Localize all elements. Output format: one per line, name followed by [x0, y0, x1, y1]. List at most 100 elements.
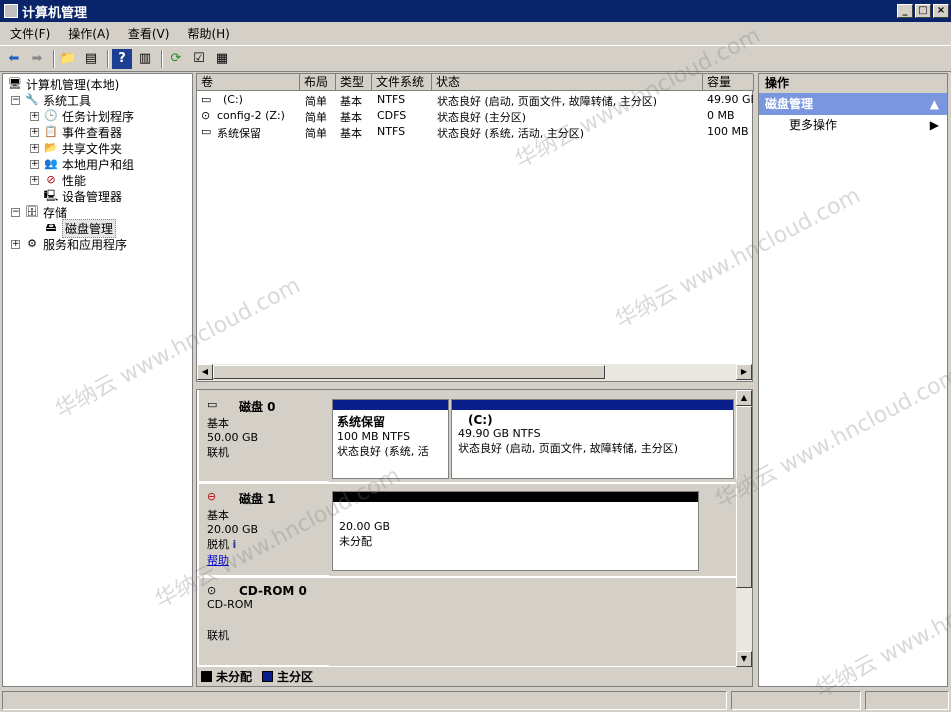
column-header-capacity[interactable]: 容量 — [703, 74, 754, 91]
legend-label: 主分区 — [277, 670, 314, 684]
cdrom-0-label[interactable]: ⊙ CD-ROM 0 CD-ROM 联机 — [199, 578, 329, 666]
maximize-button[interactable]: □ — [915, 4, 931, 18]
column-header-status[interactable]: 状态 — [432, 74, 703, 91]
up-folder-icon[interactable]: 📁 — [58, 49, 78, 69]
actions-pane: 操作 磁盘管理 ▲ 更多操作 ▶ — [758, 73, 948, 687]
scroll-up-icon[interactable]: ▲ — [736, 390, 752, 406]
tree-item-task-scheduler[interactable]: + 🕒 任务计划程序 — [30, 108, 134, 124]
column-header-volume[interactable]: 卷 — [197, 74, 300, 91]
status-pane — [731, 691, 862, 710]
collapse-up-icon[interactable]: ▲ — [930, 93, 947, 115]
properties-icon[interactable]: ☑ — [189, 49, 209, 69]
tree-item-performance[interactable]: + ⊘ 性能 — [30, 172, 86, 188]
column-header-layout[interactable]: 布局 — [300, 74, 336, 91]
drive-icon: ▭ — [201, 93, 212, 106]
column-header-type[interactable]: 类型 — [336, 74, 372, 91]
toolbar: ⬅ ➡ 📁 ▤ ? ▥ ⟳ ☑ ▦ — [0, 45, 951, 72]
scrollbar-thumb[interactable] — [213, 365, 605, 379]
tree-root[interactable]: 🖥 计算机管理(本地) — [7, 76, 119, 92]
vertical-scrollbar[interactable]: ▲ ▼ — [736, 390, 752, 667]
menu-action[interactable]: 操作(A) — [58, 25, 118, 42]
expand-icon[interactable]: + — [30, 143, 39, 153]
tree-item-label: 设备管理器 — [62, 189, 123, 204]
scroll-right-icon[interactable]: ▶ — [736, 364, 752, 380]
menu-help[interactable]: 帮助(H) — [177, 25, 237, 42]
tree-item-local-users[interactable]: + 👥 本地用户和组 — [30, 156, 134, 172]
hard-disk-icon: ▭ — [207, 398, 218, 411]
forward-icon[interactable]: ➡ — [27, 49, 47, 69]
disk-name: 磁盘 0 — [239, 400, 276, 414]
disk-type: 基本 — [207, 417, 229, 430]
tree-root-label: 计算机管理(本地) — [26, 77, 120, 92]
expand-icon[interactable]: + — [30, 127, 39, 137]
partition-system-reserved[interactable]: 系统保留 100 MB NTFS 状态良好 (系统, 活 — [332, 399, 449, 479]
collapse-icon[interactable]: − — [11, 95, 20, 105]
partition-c[interactable]: (C:) 49.90 GB NTFS 状态良好 (启动, 页面文件, 故障转储,… — [451, 399, 734, 479]
partition-name: 系统保留 — [337, 415, 386, 429]
submenu-arrow-icon: ▶ — [929, 118, 939, 132]
tree-item-label: 事件查看器 — [62, 125, 123, 140]
collapse-icon[interactable]: − — [11, 207, 20, 217]
disk-name: CD-ROM 0 — [239, 584, 307, 598]
primary-partition-bar — [333, 400, 448, 410]
column-header-filesystem[interactable]: 文件系统 — [372, 74, 432, 91]
offline-disk-icon: ⊖ — [207, 490, 217, 503]
more-actions-item[interactable]: 更多操作 ▶ — [759, 115, 947, 135]
volume-list[interactable]: 卷 布局 类型 文件系统 状态 容量 ▭ (C:) 简单 基本 NTFS 状态良… — [196, 73, 754, 382]
volume-list-header: 卷 布局 类型 文件系统 状态 容量 — [197, 74, 754, 91]
disk-graphical-view[interactable]: ▭ 磁盘 0 基本 50.00 GB 联机 系统保留 100 MB NTFS 状态… — [196, 389, 753, 687]
actions-section-label: 磁盘管理 — [765, 97, 814, 111]
expand-icon[interactable]: + — [30, 175, 39, 185]
scroll-down-icon[interactable]: ▼ — [736, 651, 752, 667]
table-row[interactable]: ▭ (C:) 简单 基本 NTFS 状态良好 (启动, 页面文件, 故障转储, … — [197, 92, 754, 108]
disk-management-icon: 🖴 — [45, 221, 57, 234]
console-tree[interactable]: 🖥 计算机管理(本地) − 🔧 系统工具 + 🕒 任务计划程序 + 📋 事件查看… — [2, 73, 193, 687]
window-title: 计算机管理 — [22, 5, 88, 21]
storage-icon: 🗄 — [25, 205, 39, 218]
tree-item-storage[interactable]: − 🗄 存储 — [11, 204, 67, 220]
scroll-left-icon[interactable]: ◀ — [197, 364, 213, 380]
tree-item-disk-management[interactable]: 🖴 磁盘管理 — [43, 218, 117, 238]
show-hide-action-pane-icon[interactable]: ▥ — [135, 49, 155, 69]
tree-item-services-apps[interactable]: + ⚙ 服务和应用程序 — [11, 236, 127, 252]
rescan-disks-icon[interactable]: ▦ — [212, 49, 232, 69]
disk-status: 联机 — [207, 629, 229, 642]
close-button[interactable]: × — [933, 4, 949, 18]
table-row[interactable]: ⊙ config-2 (Z:) 简单 基本 CDFS 状态良好 (主分区) 0 … — [197, 108, 754, 124]
help-link[interactable]: 帮助 — [207, 552, 329, 568]
tree-item-event-viewer[interactable]: + 📋 事件查看器 — [30, 124, 122, 140]
actions-section-disk-management[interactable]: 磁盘管理 ▲ — [759, 93, 947, 115]
title-bar: 计算机管理 _ □ × — [0, 0, 951, 22]
status-bar — [0, 689, 951, 712]
minimize-button[interactable]: _ — [897, 4, 913, 18]
show-hide-tree-icon[interactable]: ▤ — [81, 49, 101, 69]
menu-file[interactable]: 文件(F) — [0, 25, 58, 42]
expand-icon[interactable]: + — [30, 111, 39, 121]
volume-capacity: 0 MB — [707, 109, 735, 122]
disk-0-label[interactable]: ▭ 磁盘 0 基本 50.00 GB 联机 — [199, 390, 329, 482]
status-pane — [865, 691, 949, 710]
back-icon[interactable]: ⬅ — [4, 49, 24, 69]
disk-1-label[interactable]: ⊖ 磁盘 1 基本 20.00 GB 脱机 i 帮助 — [199, 484, 329, 576]
expand-icon[interactable]: + — [11, 239, 20, 249]
tree-item-device-manager[interactable]: 🖳 设备管理器 — [43, 188, 122, 204]
computer-icon: 🖥 — [8, 77, 22, 90]
table-row[interactable]: ▭ 系统保留 简单 基本 NTFS 状态良好 (系统, 活动, 主分区) 100… — [197, 124, 754, 140]
volume-filesystem: CDFS — [377, 109, 407, 122]
disk-type: CD-ROM — [207, 598, 253, 611]
menu-view[interactable]: 查看(V) — [118, 25, 178, 42]
horizontal-scrollbar[interactable]: ◀ ▶ — [197, 364, 752, 381]
partition-status: 状态良好 (启动, 页面文件, 故障转储, 主分区) — [458, 442, 679, 455]
tree-item-shared-folders[interactable]: + 📂 共享文件夹 — [30, 140, 122, 156]
expand-icon[interactable]: + — [30, 159, 39, 169]
tree-item-system-tools[interactable]: − 🔧 系统工具 — [11, 92, 91, 108]
performance-icon: ⊘ — [46, 173, 56, 186]
disk-status: 脱机 — [207, 538, 229, 551]
status-pane — [2, 691, 728, 710]
cd-drive-icon: ⊙ — [207, 584, 217, 597]
refresh-icon[interactable]: ⟳ — [166, 49, 186, 69]
help-icon[interactable]: ? — [112, 48, 132, 69]
scrollbar-thumb[interactable] — [736, 406, 752, 588]
event-viewer-icon: 📋 — [44, 125, 58, 138]
partition-unallocated[interactable]: 20.00 GB 未分配 — [332, 491, 699, 571]
